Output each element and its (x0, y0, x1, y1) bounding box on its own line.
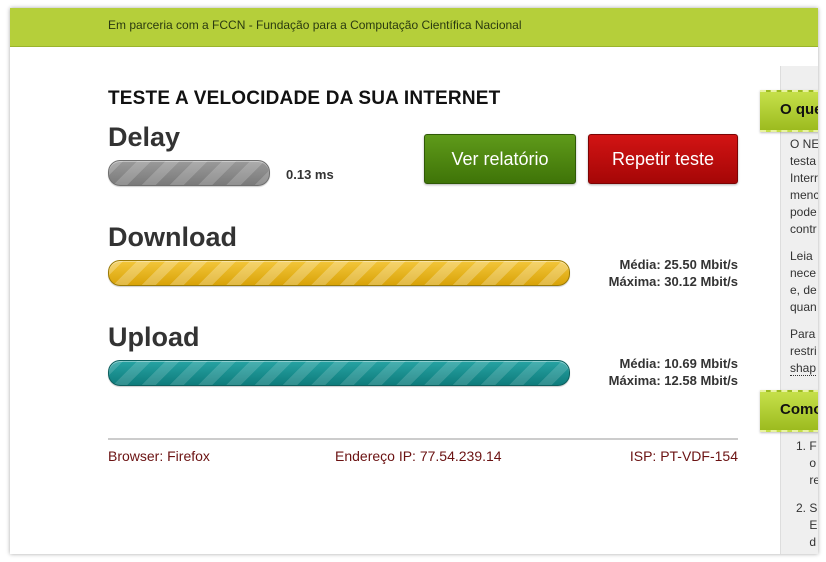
browser-info: Browser: Firefox (108, 448, 210, 464)
upload-average: Média: 10.69 Mbit/s (619, 356, 738, 371)
partner-text: Em parceria com a FCCN - Fundação para a… (108, 18, 522, 32)
delay-label: Delay (108, 122, 181, 152)
download-progress-bar (108, 260, 570, 286)
shaping-link[interactable]: shap (790, 361, 817, 376)
sidebar-tab-how-label: Como (780, 401, 818, 418)
footer-divider (108, 438, 738, 440)
download-average: Média: 25.50 Mbit/s (619, 257, 738, 272)
ip-address-info: Endereço IP: 77.54.239.14 (335, 448, 502, 464)
upload-label: Upload (108, 322, 200, 352)
download-label: Download (108, 222, 237, 252)
partner-banner: Em parceria com a FCCN - Fundação para a… (10, 8, 818, 47)
sidebar-paragraph-3: Para restri shap (790, 326, 818, 377)
browser-page: Em parceria com a FCCN - Fundação para a… (10, 8, 818, 554)
upload-stats: Média: 10.69 Mbit/s Máxima: 12.58 Mbit/s (609, 355, 738, 389)
sidebar-list-item-2: 2. S E d (796, 501, 818, 549)
isp-info: ISP: PT-VDF-154 (629, 448, 738, 464)
upload-maximum: Máxima: 12.58 Mbit/s (608, 373, 738, 388)
sidebar-list-item-1: 1. F o re (796, 439, 818, 487)
sidebar-paragraph-1: O NE testa Interr menc pode contr (790, 137, 818, 236)
sidebar-tab-what-label: O que (780, 101, 818, 118)
sidebar-paragraph-2: Leia nece e, de quan (790, 249, 817, 314)
sidebar-paragraph-3-line-1: Para (790, 327, 816, 341)
download-stats: Média: 25.50 Mbit/s Máxima: 30.12 Mbit/s (609, 256, 738, 290)
delay-value: 0.13 ms (286, 167, 334, 182)
sidebar-paragraph-3-line-2: restri (790, 344, 817, 358)
sidebar-tab-how: Como (760, 390, 818, 432)
repeat-test-button[interactable]: Repetir teste (588, 134, 738, 184)
download-maximum: Máxima: 30.12 Mbit/s (608, 274, 738, 289)
sidebar-tab-what: O que (760, 90, 818, 132)
page-title: TESTE A VELOCIDADE DA SUA INTERNET (108, 88, 501, 109)
delay-progress-bar (108, 160, 270, 186)
view-report-button[interactable]: Ver relatório (424, 134, 576, 184)
upload-progress-bar (108, 360, 570, 386)
